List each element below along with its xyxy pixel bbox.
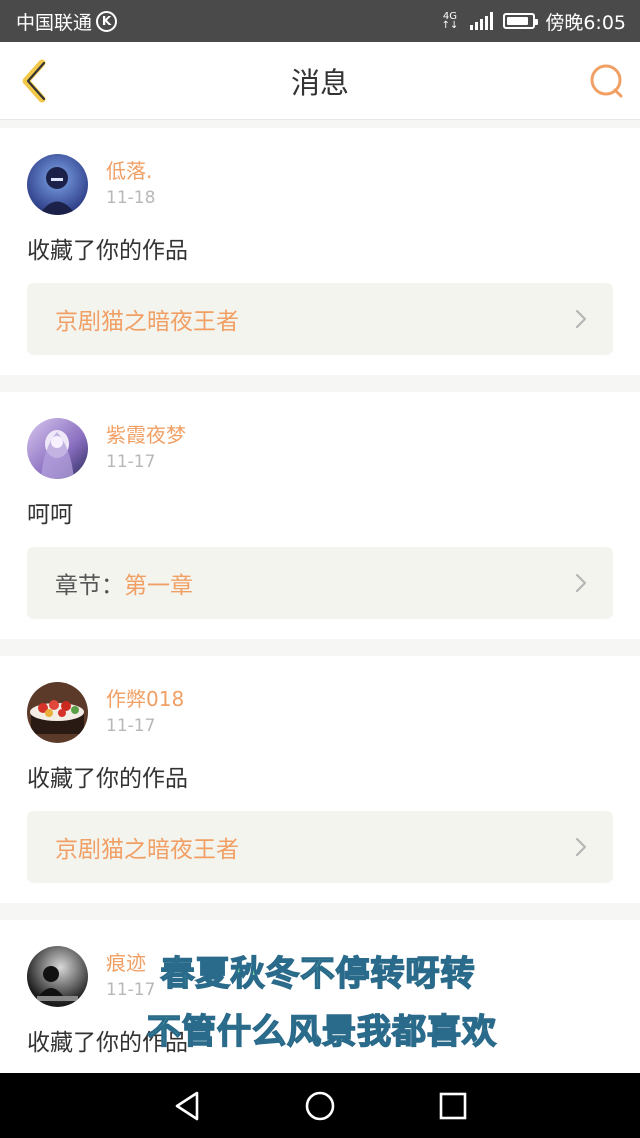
message-date: 11-17 xyxy=(106,980,156,1000)
message-text: 收藏了你的作品 xyxy=(27,1030,188,1056)
nav-home-button[interactable] xyxy=(300,1086,340,1126)
user-meta: 痕迹 11-17 xyxy=(106,946,155,1002)
search-button[interactable] xyxy=(588,62,626,100)
message-card: 作弊018 11-17 收藏了你的作品 京剧猫之暗夜王者 xyxy=(0,656,640,903)
status-indicators: 4G ↑↓ 傍晚6:05 xyxy=(442,8,626,35)
system-nav-bar xyxy=(0,1073,640,1138)
message-header: 紫霞夜梦 11-17 xyxy=(27,418,613,480)
message-card: 痕迹 11-17 收藏了你的作品 xyxy=(0,920,640,1078)
user-meta: 作弊018 11-17 xyxy=(106,682,184,738)
message-text: 收藏了你的作品 xyxy=(27,238,188,264)
message-header: 低落. 11-18 xyxy=(27,154,613,216)
chapter-title: 第一章 xyxy=(124,573,193,599)
work-link[interactable]: 京剧猫之暗夜王者 xyxy=(27,811,613,883)
message-date: 11-18 xyxy=(106,188,156,208)
message-card: 紫霞夜梦 11-17 呵呵 章节： 第一章 xyxy=(0,392,640,639)
message-text: 收藏了你的作品 xyxy=(27,766,188,792)
work-link[interactable]: 京剧猫之暗夜王者 xyxy=(27,283,613,355)
carrier-info: 中国联通 K xyxy=(16,8,118,35)
chapter-label: 章节： xyxy=(55,573,124,599)
network-type: 4G ↑↓ xyxy=(441,12,459,31)
username[interactable]: 痕迹 xyxy=(106,950,155,976)
square-recents-icon xyxy=(440,1092,467,1119)
message-list: 低落. 11-18 收藏了你的作品 京剧猫之暗夜王者 紫霞夜梦 11-17 呵呵… xyxy=(0,128,640,1095)
chevron-right-icon xyxy=(575,837,587,857)
username[interactable]: 紫霞夜梦 xyxy=(106,422,186,448)
work-title: 京剧猫之暗夜王者 xyxy=(55,309,239,335)
avatar[interactable] xyxy=(27,418,88,479)
triangle-back-icon xyxy=(175,1091,198,1120)
message-date: 11-17 xyxy=(106,716,156,736)
page-title: 消息 xyxy=(290,65,349,100)
message-header: 痕迹 11-17 xyxy=(27,946,613,1008)
chevron-right-icon xyxy=(575,309,587,329)
carrier-badge-icon: K xyxy=(96,10,118,32)
avatar[interactable] xyxy=(27,946,88,1007)
work-title: 京剧猫之暗夜王者 xyxy=(55,837,239,863)
app-header: 消息 xyxy=(0,42,640,120)
circle-home-icon xyxy=(305,1091,335,1120)
username[interactable]: 作弊018 xyxy=(106,686,184,712)
nav-back-button[interactable] xyxy=(167,1086,207,1126)
message-header: 作弊018 11-17 xyxy=(27,682,613,744)
user-meta: 紫霞夜梦 11-17 xyxy=(106,418,186,474)
avatar[interactable] xyxy=(27,154,88,215)
avatar[interactable] xyxy=(27,682,88,743)
user-meta: 低落. 11-18 xyxy=(106,154,155,210)
clock: 傍晚6:05 xyxy=(545,11,626,34)
search-icon xyxy=(590,64,623,98)
battery-icon xyxy=(503,13,539,29)
back-button[interactable] xyxy=(14,57,58,105)
chevron-right-icon xyxy=(575,573,587,593)
message-card: 低落. 11-18 收藏了你的作品 京剧猫之暗夜王者 xyxy=(0,128,640,375)
username[interactable]: 低落. xyxy=(106,158,155,184)
status-bar: 中国联通 K 4G ↑↓ 傍晚6:05 xyxy=(0,0,640,42)
message-text: 呵呵 xyxy=(27,502,73,528)
network-activity-label: ↑↓ xyxy=(441,20,459,31)
message-date: 11-17 xyxy=(106,452,156,472)
battery-level xyxy=(507,17,528,25)
carrier-name: 中国联通 xyxy=(16,11,93,34)
nav-recents-button[interactable] xyxy=(433,1086,473,1126)
signal-icon xyxy=(470,12,494,30)
chapter-link[interactable]: 章节： 第一章 xyxy=(27,547,613,619)
